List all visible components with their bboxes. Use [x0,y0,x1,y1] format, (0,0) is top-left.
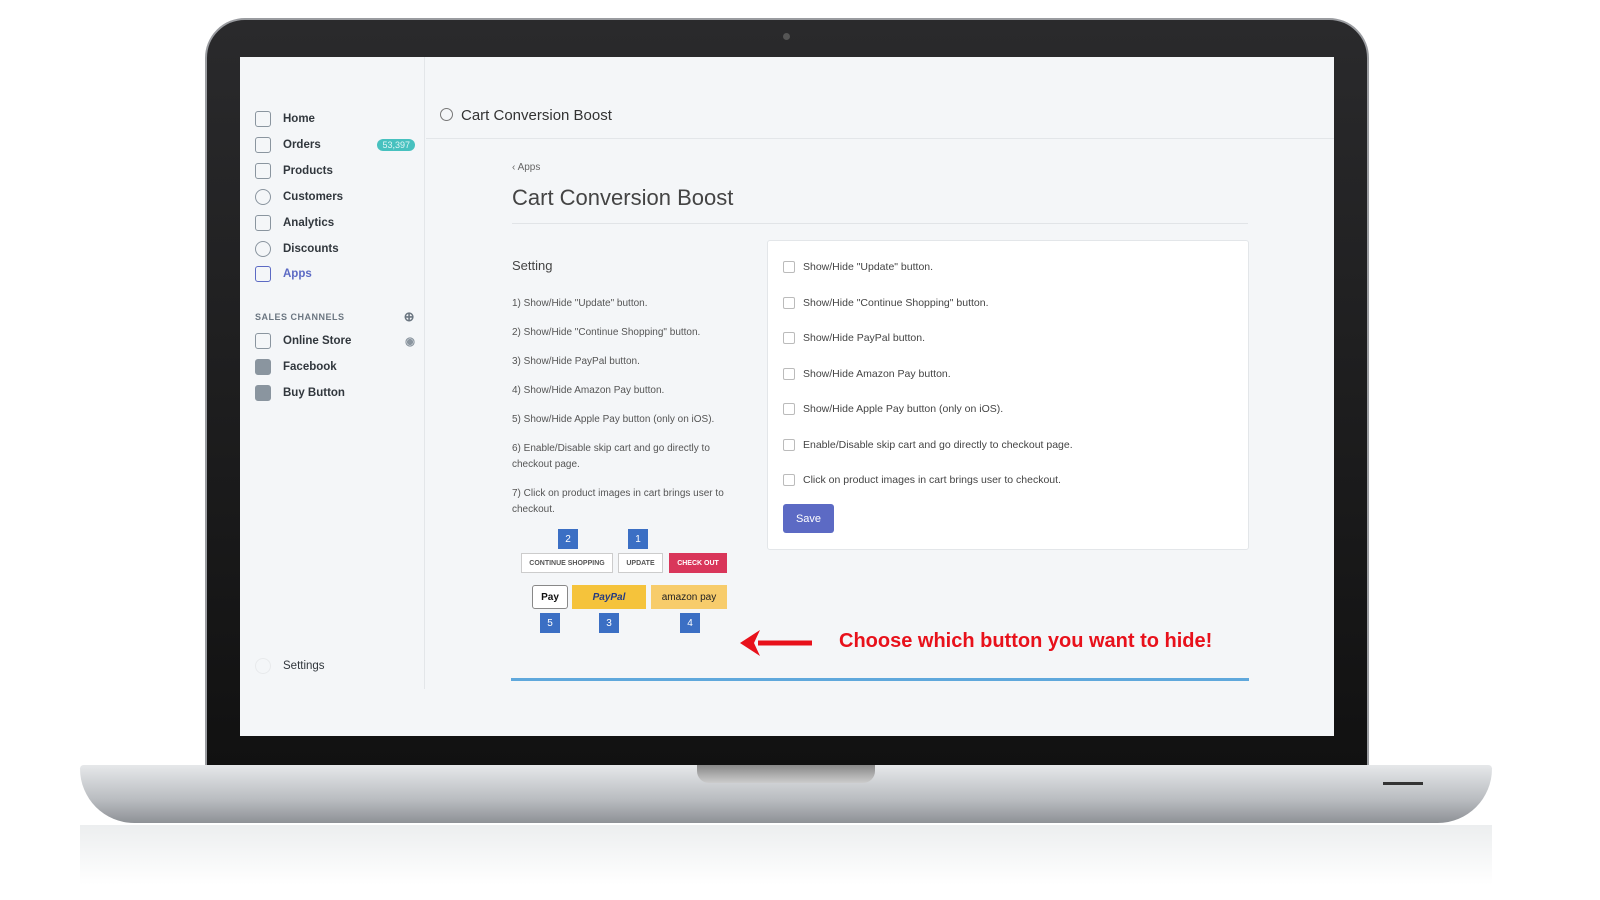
divider [512,223,1248,224]
add-channel-icon[interactable]: ⊕ [404,309,415,325]
checkbox[interactable] [783,296,795,309]
sidebar-item-apps[interactable]: Apps [255,266,415,282]
section-title: Setting [512,258,553,273]
marker-4: 4 [680,613,700,633]
apps-icon [255,266,271,282]
channel-facebook[interactable]: Facebook [255,359,415,375]
settings-card: Show/Hide "Update" button. Show/Hide "Con… [767,240,1249,550]
gear-icon [255,658,271,674]
option-checkbox-row[interactable]: Show/Hide Apple Pay button (only on iOS)… [783,403,1003,415]
label: Apps [283,268,312,280]
description-item: 2) Show/Hide "Continue Shopping" button. [512,327,701,338]
checkbox[interactable] [783,403,795,415]
label: Analytics [283,217,335,229]
discount-icon [255,241,271,257]
save-button[interactable]: Save [783,504,834,533]
option-label: Click on product images in cart brings u… [803,474,1061,486]
laptop-slot [1383,782,1423,785]
label: Facebook [283,361,337,373]
marker-2: 2 [558,529,578,549]
label: Settings [283,660,325,672]
marker-1: 1 [628,529,648,549]
sidebar-item-discounts[interactable]: Discounts [255,241,415,257]
option-checkbox-row[interactable]: Show/Hide "Continue Shopping" button. [783,296,989,309]
bar-chart-icon [255,215,271,231]
camera [783,33,790,40]
option-checkbox-row[interactable]: Show/Hide "Update" button. [783,261,933,273]
app-icon [440,108,453,121]
callout-text: Choose which button you want to hide! [839,630,1213,652]
option-label: Show/Hide "Update" button. [803,261,934,273]
label: Products [283,165,333,177]
update-sample: UPDATE [618,553,663,573]
checkbox[interactable] [783,261,795,273]
option-label: Show/Hide PayPal button. [803,332,925,344]
facebook-icon [255,359,271,375]
arrow-left-icon [740,630,812,656]
sidebar-item-analytics[interactable]: Analytics [255,215,415,231]
sidebar-item-settings[interactable]: Settings [255,658,415,674]
top-bar: Cart Conversion Boost [426,57,1334,139]
option-label: Show/Hide "Continue Shopping" button. [803,296,989,309]
label: Customers [283,191,344,203]
sidebar: Home Orders 53,397 Products Customers Ana… [240,57,425,689]
orders-icon [255,137,271,153]
amazon-pay-sample: amazon pay [651,585,727,609]
sidebar-item-orders[interactable]: Orders 53,397 [255,137,415,153]
reflection [80,825,1492,885]
label: Buy Button [283,387,345,399]
option-label: Show/Hide Apple Pay button (only on iOS)… [803,403,1004,415]
option-label: Show/Hide Amazon Pay button. [803,367,951,380]
label: SALES CHANNELS [255,312,345,322]
progress-line [511,678,1249,681]
option-checkbox-row[interactable]: Enable/Disable skip cart and go directly… [783,438,1073,451]
orders-badge: 53,397 [377,139,415,151]
label: Orders [283,139,321,151]
apple-pay-sample: Pay [532,585,568,609]
breadcrumb-apps[interactable]: ‹ Apps [512,162,540,173]
label: Online Store [283,335,352,347]
store-icon [255,333,271,349]
eye-icon[interactable]: ◉ [405,334,415,348]
code-icon [255,385,271,401]
home-icon [255,111,271,127]
sidebar-item-home[interactable]: Home [255,111,415,127]
checkbox[interactable] [783,332,795,344]
checkbox[interactable] [783,438,795,451]
laptop-notch [697,765,875,783]
marker-5: 5 [540,613,560,633]
option-checkbox-row[interactable]: Show/Hide PayPal button. [783,332,925,344]
sidebar-item-products[interactable]: Products [255,163,415,179]
label: Home [283,113,315,125]
option-checkbox-row[interactable]: Show/Hide Amazon Pay button. [783,367,951,380]
label: Pay [541,591,559,603]
channel-buy-button[interactable]: Buy Button [255,385,415,401]
description-item: 5) Show/Hide Apple Pay button (only on i… [512,414,715,425]
label: Apps [517,162,541,173]
option-label: Enable/Disable skip cart and go directly… [803,438,1073,451]
description-item: 3) Show/Hide PayPal button. [512,356,640,367]
channel-online-store[interactable]: Online Store ◉ [255,333,415,349]
description-item: 1) Show/Hide "Update" button. [512,298,648,309]
person-icon [255,189,271,205]
tag-icon [255,163,271,179]
paypal-sample: PayPal [572,585,646,609]
description-item: 7) Click on product images in cart bring… [512,488,724,515]
header-title: Cart Conversion Boost [461,107,612,124]
sales-channels-heading: SALES CHANNELS ⊕ [255,309,415,325]
sidebar-item-customers[interactable]: Customers [255,189,415,205]
continue-shopping-sample: CONTINUE SHOPPING [521,553,613,573]
checkbox[interactable] [783,474,795,486]
screen: Home Orders 53,397 Products Customers Ana… [240,57,1334,736]
option-checkbox-row[interactable]: Click on product images in cart brings u… [783,474,1061,486]
label: Discounts [283,243,339,255]
checkbox[interactable] [783,367,795,380]
description-item: 4) Show/Hide Amazon Pay button. [512,385,665,396]
description-item: 6) Enable/Disable skip cart and go direc… [512,443,710,470]
marker-3: 3 [599,613,619,633]
page-title: Cart Conversion Boost [512,185,734,210]
checkout-sample: CHECK OUT [669,553,727,573]
